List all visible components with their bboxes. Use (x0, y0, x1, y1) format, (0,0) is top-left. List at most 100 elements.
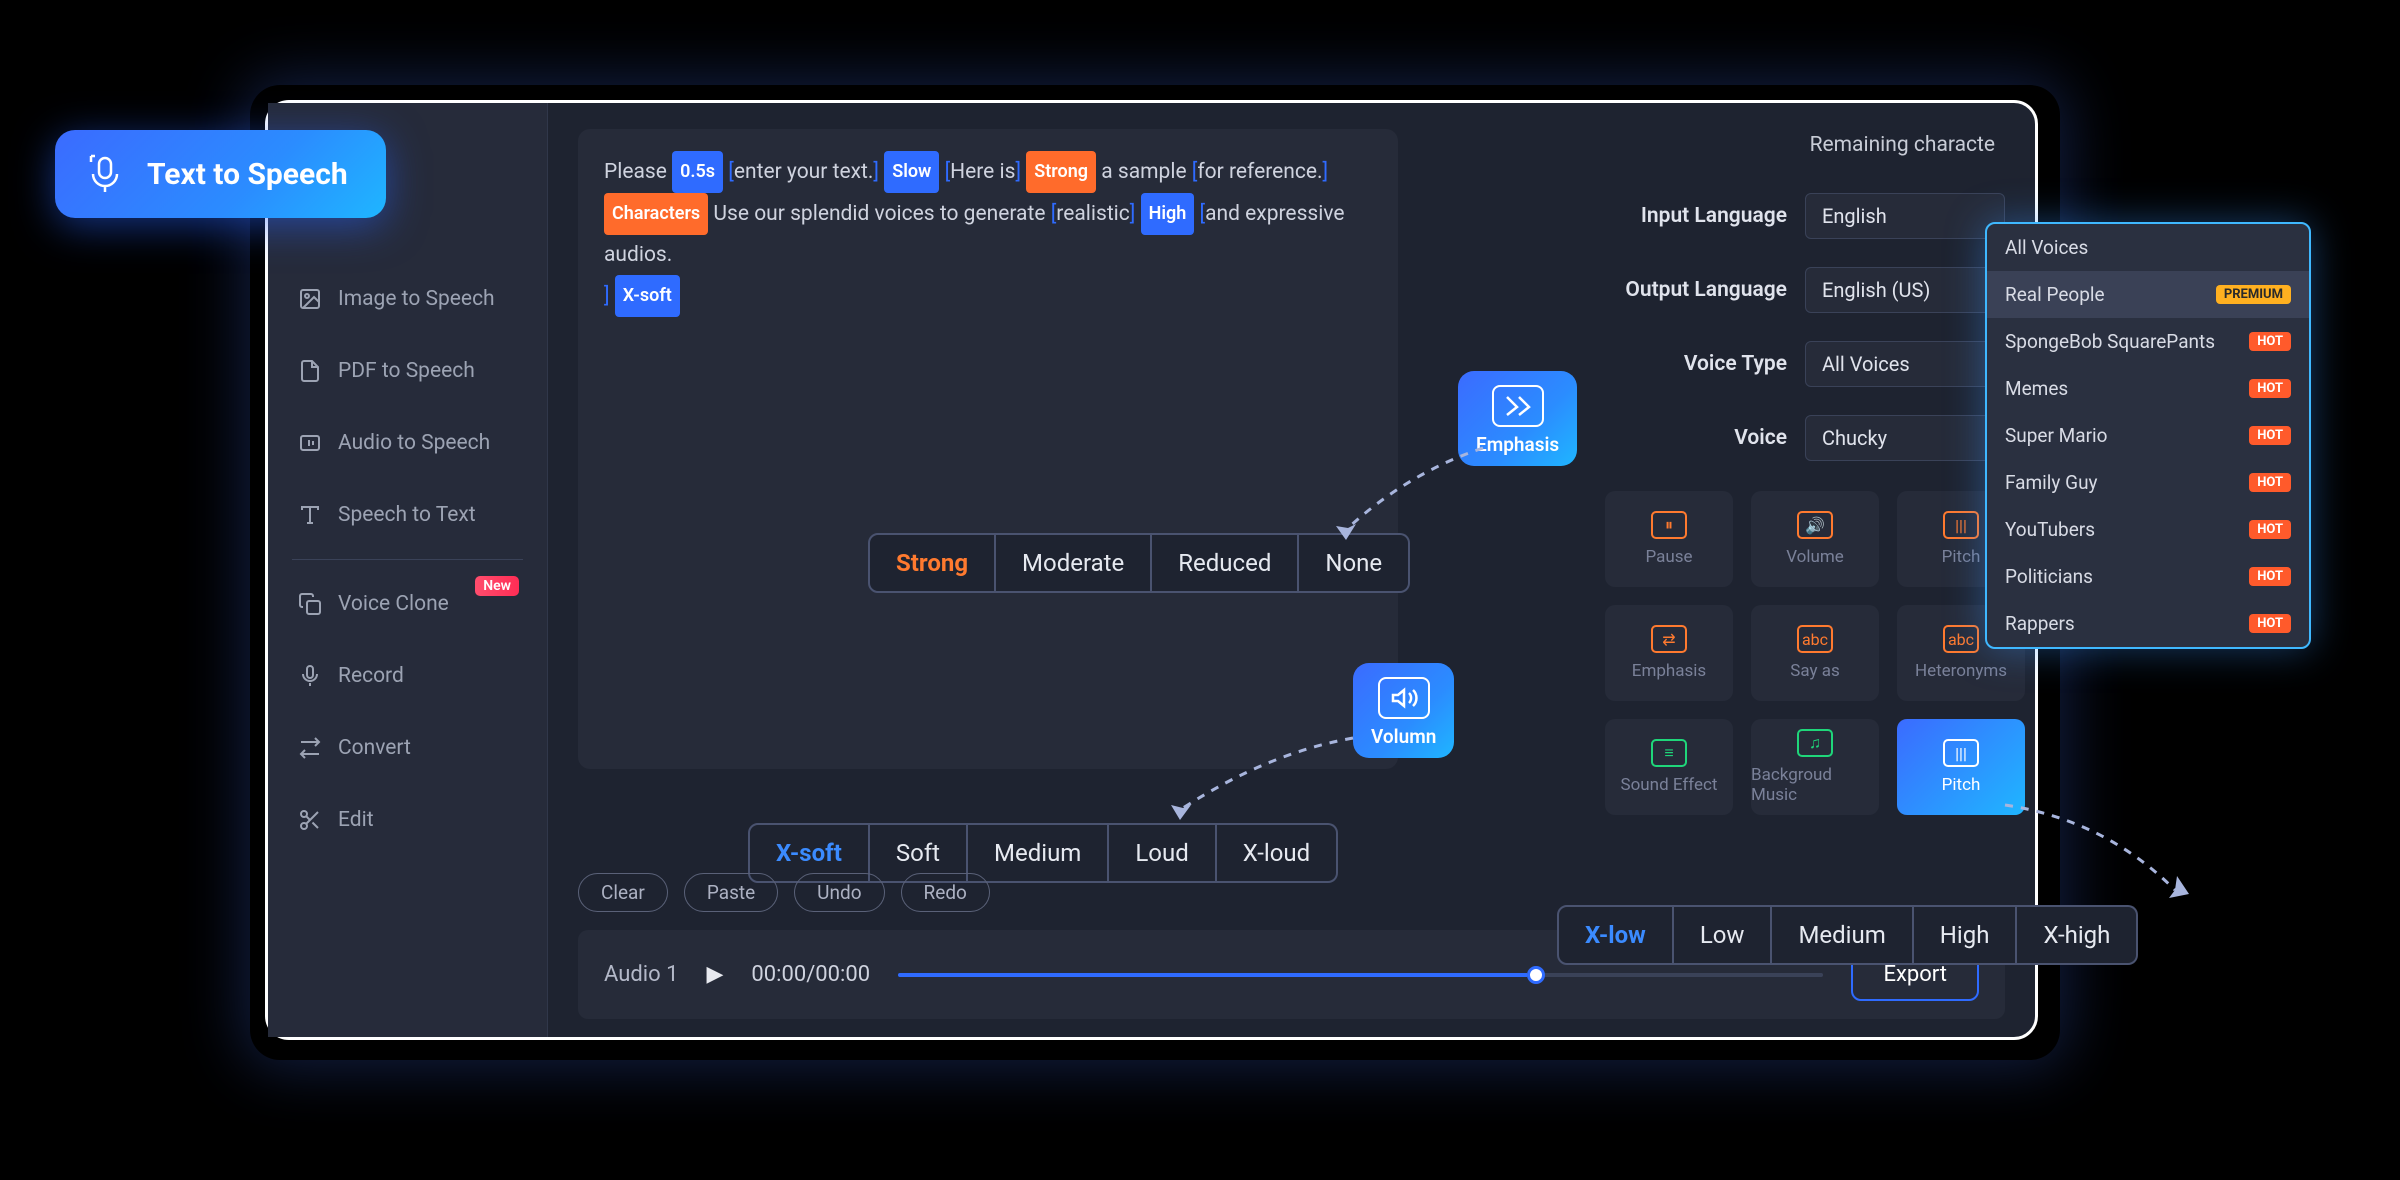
pitch-icon: ||| (1943, 511, 1979, 539)
pitch-options: X-low Low Medium High X-high (1557, 905, 2138, 965)
tag-pause: 0.5s (672, 151, 723, 193)
settings-panel: Input Language English Output Language E… (1585, 193, 2005, 815)
pitch-opt-medium[interactable]: Medium (1772, 905, 1913, 965)
emphasis-icon: ⇄ (1651, 625, 1687, 653)
dropdown-item[interactable]: Family GuyHOT (1987, 459, 2309, 506)
label-input-language: Input Language (1641, 204, 1787, 228)
emphasis-opt-strong[interactable]: Strong (868, 533, 996, 593)
dropdown-item[interactable]: SpongeBob SquarePantsHOT (1987, 318, 2309, 365)
dropdown-item[interactable]: All Voices (1987, 224, 2309, 271)
select-voice-type[interactable]: All Voices (1805, 341, 2005, 387)
tool-volume[interactable]: 🔊Volume (1751, 491, 1879, 587)
pitch-icon: ||| (1943, 739, 1979, 767)
sidebar-item-voice-clone[interactable]: Voice Clone New (268, 568, 547, 640)
sidebar-item-convert[interactable]: Convert (268, 712, 547, 784)
tool-emphasis[interactable]: ⇄Emphasis (1605, 605, 1733, 701)
hot-badge: HOT (2249, 426, 2291, 445)
select-voice[interactable]: Chucky (1805, 415, 2005, 461)
pitch-opt-xlow[interactable]: X-low (1557, 905, 1674, 965)
emphasis-opt-none[interactable]: None (1299, 533, 1410, 593)
hot-badge: HOT (2249, 332, 2291, 351)
clear-button[interactable]: Clear (578, 873, 668, 912)
time-display: 00:00/00:00 (751, 962, 870, 987)
select-input-language[interactable]: English (1805, 193, 2005, 239)
field-input-language: Input Language English (1585, 193, 2005, 239)
field-voice: Voice Chucky (1585, 415, 2005, 461)
emphasis-options: Strong Moderate Reduced None (868, 533, 1410, 593)
tool-bg-music[interactable]: ♫Backgroud Music (1751, 719, 1879, 815)
pitch-opt-low[interactable]: Low (1674, 905, 1773, 965)
sidebar-item-label: Convert (338, 736, 411, 760)
play-button[interactable]: ▶ (707, 962, 724, 987)
microphone-icon (83, 152, 127, 196)
undo-button[interactable]: Undo (794, 873, 884, 912)
text-editor[interactable]: Please 0.5s [enter your text.] Slow [Her… (578, 129, 1398, 769)
sidebar-item-speech-to-text[interactable]: Speech to Text (268, 479, 547, 551)
pitch-opt-high[interactable]: High (1914, 905, 2018, 965)
select-output-language[interactable]: English (US) (1805, 267, 2005, 313)
voice-type-dropdown: All Voices Real PeoplePREMIUM SpongeBob … (1985, 222, 2311, 649)
label-voice: Voice (1734, 426, 1787, 450)
sidebar-item-label: PDF to Speech (338, 359, 475, 383)
sidebar-item-label: Audio to Speech (338, 431, 490, 455)
sidebar-item-edit[interactable]: Edit (268, 784, 547, 856)
tag-xsoft: X-soft (615, 275, 680, 317)
tool-grid: ⏸Pause 🔊Volume |||Pitch ⇄Emphasis abcSay… (1605, 491, 2005, 815)
music-icon: ♫ (1797, 729, 1833, 757)
sidebar-item-pdf-to-speech[interactable]: PDF to Speech (268, 335, 547, 407)
tts-label: Text to Speech (147, 157, 348, 192)
hot-badge: HOT (2249, 473, 2291, 492)
sidebar-item-label: Record (338, 664, 404, 688)
tool-say-as[interactable]: abcSay as (1751, 605, 1879, 701)
sidebar-item-audio-to-speech[interactable]: Audio to Speech (268, 407, 547, 479)
sidebar-item-record[interactable]: Record (268, 640, 547, 712)
sidebar-item-label: Speech to Text (338, 503, 476, 527)
new-badge: New (475, 576, 519, 596)
label-output-language: Output Language (1625, 278, 1787, 302)
audio-icon (298, 431, 322, 455)
sidebar-item-image-to-speech[interactable]: Image to Speech (268, 263, 547, 335)
pdf-icon (298, 359, 322, 383)
sound-effect-icon: ≡ (1651, 739, 1687, 767)
dropdown-item[interactable]: YouTubersHOT (1987, 506, 2309, 553)
seek-track[interactable] (898, 973, 1823, 977)
emphasis-icon (1492, 385, 1544, 427)
record-icon (298, 664, 322, 688)
sidebar-item-label: Edit (338, 808, 374, 832)
pitch-opt-xhigh[interactable]: X-high (2017, 905, 2138, 965)
tool-sound-effect[interactable]: ≡Sound Effect (1605, 719, 1733, 815)
tool-pitch-active[interactable]: |||Pitch (1897, 719, 2025, 815)
text-icon (298, 503, 322, 527)
sayas-icon: abc (1797, 625, 1833, 653)
text-to-speech-pill[interactable]: Text to Speech (55, 130, 386, 218)
convert-icon (298, 736, 322, 760)
emphasis-opt-moderate[interactable]: Moderate (996, 533, 1152, 593)
premium-badge: PREMIUM (2216, 285, 2291, 304)
pause-icon: ⏸ (1651, 511, 1687, 539)
dropdown-item[interactable]: Super MarioHOT (1987, 412, 2309, 459)
dropdown-item[interactable]: Real PeoplePREMIUM (1987, 271, 2309, 318)
clone-icon (298, 592, 322, 616)
volume-icon (1378, 677, 1430, 719)
emphasis-opt-reduced[interactable]: Reduced (1152, 533, 1299, 593)
volume-icon: 🔊 (1797, 511, 1833, 539)
paste-button[interactable]: Paste (684, 873, 778, 912)
field-output-language: Output Language English (US) (1585, 267, 2005, 313)
seek-thumb[interactable] (1527, 966, 1545, 984)
field-voice-type: Voice Type All Voices (1585, 341, 2005, 387)
redo-button[interactable]: Redo (901, 873, 990, 912)
heteronyms-icon: abc (1943, 625, 1979, 653)
hot-badge: HOT (2249, 614, 2291, 633)
tool-pause[interactable]: ⏸Pause (1605, 491, 1733, 587)
hot-badge: HOT (2249, 379, 2291, 398)
tag-slow: Slow (884, 151, 939, 193)
app-window: Image to Speech PDF to Speech Audio to S… (265, 100, 2038, 1040)
volume-badge: Volumn (1353, 663, 1454, 758)
audio-label: Audio 1 (604, 962, 679, 987)
scissors-icon (298, 808, 322, 832)
dropdown-item[interactable]: RappersHOT (1987, 600, 2309, 647)
dropdown-item[interactable]: PoliticiansHOT (1987, 553, 2309, 600)
label-voice-type: Voice Type (1684, 352, 1787, 376)
dropdown-item[interactable]: MemesHOT (1987, 365, 2309, 412)
hot-badge: HOT (2249, 520, 2291, 539)
